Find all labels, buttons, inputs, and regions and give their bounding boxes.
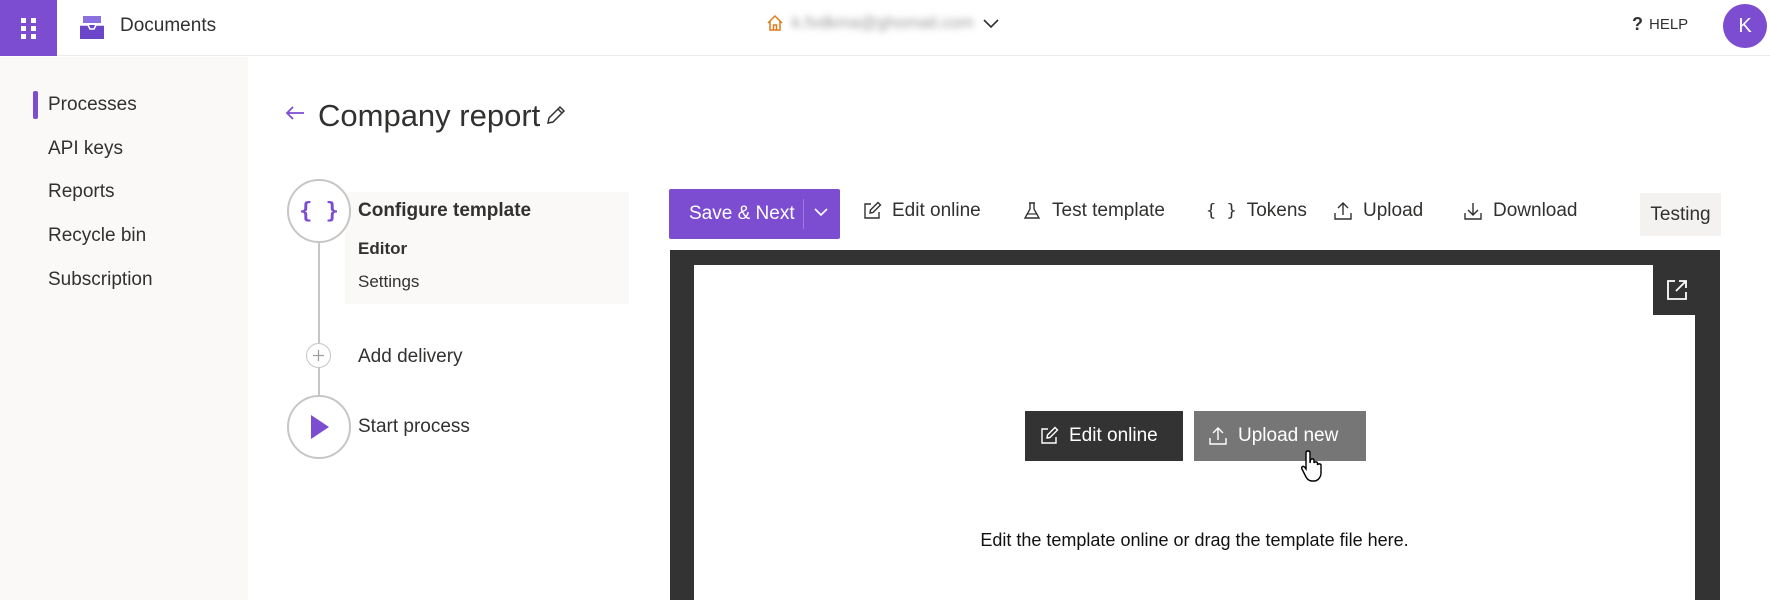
edit-online-toolbar-button[interactable]: Edit online	[862, 200, 981, 222]
app-launcher-button[interactable]	[0, 0, 57, 56]
test-template-label: Test template	[1052, 200, 1165, 221]
chevron-down-icon[interactable]	[813, 206, 829, 218]
help-button[interactable]: ? HELP	[1632, 14, 1688, 35]
stepper-connector	[318, 243, 320, 343]
hand-cursor-icon	[1301, 450, 1322, 482]
flask-icon	[1023, 202, 1041, 219]
plus-icon	[313, 350, 324, 361]
upload-new-button[interactable]: Upload new	[1194, 411, 1366, 461]
edit-icon	[1041, 426, 1059, 444]
upload-icon	[1334, 202, 1352, 220]
start-process-step[interactable]: Start process	[358, 416, 470, 438]
nav-item-api-keys[interactable]: API keys	[48, 138, 123, 160]
back-arrow-icon[interactable]	[284, 104, 306, 122]
documents-tray-icon	[80, 16, 104, 39]
nav-item-processes[interactable]: Processes	[48, 94, 137, 116]
save-next-label: Save & Next	[689, 203, 795, 224]
save-next-button[interactable]: Save & Next	[669, 189, 840, 239]
configure-step-circle[interactable]: { }	[287, 179, 351, 243]
nav-item-reports[interactable]: Reports	[48, 181, 115, 203]
step-sub-editor[interactable]: Editor	[358, 239, 407, 259]
drop-zone-hint: Edit the template online or drag the tem…	[980, 530, 1409, 550]
pencil-icon[interactable]	[545, 104, 567, 126]
avatar[interactable]: K	[1723, 4, 1767, 48]
tokens-label: Tokens	[1246, 200, 1307, 221]
home-icon	[767, 14, 783, 31]
start-process-circle[interactable]	[287, 395, 351, 459]
nav-item-subscription[interactable]: Subscription	[48, 269, 153, 291]
testing-badge[interactable]: Testing	[1640, 193, 1721, 236]
upload-icon	[1209, 427, 1227, 445]
add-delivery-step[interactable]: Add delivery	[358, 346, 463, 368]
nav-item-recycle-bin[interactable]: Recycle bin	[48, 225, 146, 247]
stepper-connector	[318, 367, 320, 397]
download-toolbar-button[interactable]: Download	[1463, 200, 1578, 222]
open-in-new-window-button[interactable]	[1653, 265, 1701, 315]
edit-online-label: Edit online	[892, 200, 981, 221]
waffle-icon	[20, 18, 36, 39]
top-bar: Documents k.fvdkma@ghomail.com ? HELP K	[0, 0, 1770, 56]
upload-label: Upload	[1363, 200, 1424, 221]
nav-active-indicator	[33, 91, 38, 119]
tenant-email: k.fvdkma@ghomail.com	[792, 13, 974, 32]
test-template-toolbar-button[interactable]: Test template	[1022, 200, 1165, 222]
braces-icon: { }	[1206, 201, 1237, 221]
tenant-selector[interactable]: k.fvdkma@ghomail.com	[766, 13, 1000, 33]
add-delivery-circle[interactable]	[306, 343, 331, 368]
question-icon: ?	[1632, 14, 1643, 34]
braces-icon: { }	[299, 198, 339, 224]
download-label: Download	[1493, 200, 1578, 221]
page-title: Company report	[318, 98, 541, 133]
configure-template-step[interactable]: Configure template	[358, 200, 531, 222]
edit-online-button-label: Edit online	[1069, 425, 1158, 446]
split-divider	[803, 199, 804, 229]
popout-icon	[1667, 280, 1687, 300]
upload-toolbar-button[interactable]: Upload	[1333, 200, 1423, 222]
step-sub-settings[interactable]: Settings	[358, 272, 419, 292]
left-navigation	[0, 57, 248, 600]
tokens-toolbar-button[interactable]: { } Tokens	[1206, 200, 1307, 222]
chevron-down-icon	[983, 19, 999, 29]
edit-icon	[864, 201, 882, 219]
play-icon	[311, 415, 329, 439]
app-name[interactable]: Documents	[120, 15, 216, 37]
edit-online-button[interactable]: Edit online	[1025, 411, 1183, 461]
download-icon	[1464, 203, 1482, 220]
help-label: HELP	[1649, 16, 1689, 33]
upload-new-button-label: Upload new	[1238, 425, 1339, 446]
